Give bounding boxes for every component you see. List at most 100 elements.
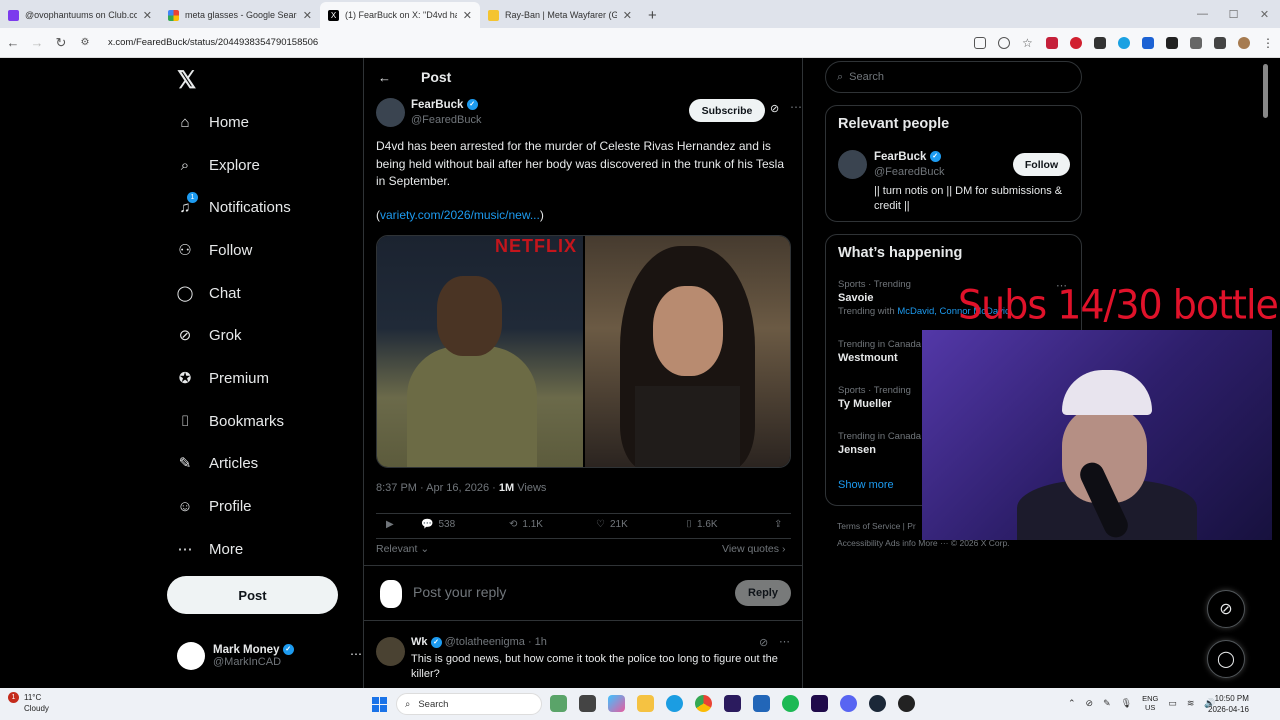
- view-quotes-link[interactable]: View quotes ›: [722, 543, 785, 555]
- page-scrollbar[interactable]: [1263, 64, 1268, 118]
- nav-grok[interactable]: ⊘ Grok: [175, 325, 242, 345]
- back-arrow-icon[interactable]: ←: [6, 35, 20, 50]
- premiere-icon[interactable]: [811, 695, 828, 712]
- site-info-icon[interactable]: ⚙: [78, 37, 92, 48]
- wifi-icon[interactable]: ≋: [1187, 698, 1195, 709]
- reply-button[interactable]: Reply: [735, 580, 791, 606]
- grok-icon[interactable]: ⊘: [759, 636, 768, 649]
- nav-bookmarks[interactable]: ⌷ Bookmarks: [175, 411, 284, 431]
- more-icon[interactable]: ⋯: [350, 647, 362, 661]
- close-tab-icon[interactable]: ✕: [303, 9, 312, 22]
- avatar[interactable]: [376, 637, 405, 666]
- bookmark-action[interactable]: ⌷ 1.6K: [686, 519, 718, 530]
- nav-articles[interactable]: ✎ Articles: [175, 453, 258, 473]
- display-icon[interactable]: ▭: [1168, 698, 1177, 709]
- extension-red-icon[interactable]: [1046, 36, 1058, 49]
- reply-sort-dropdown[interactable]: Relevant ⌄: [376, 543, 429, 555]
- trend-item[interactable]: Trending in Canada Jensen: [838, 431, 921, 456]
- browser-tab[interactable]: Ray-Ban | Meta Wayfarer (Gen ✕: [480, 2, 640, 28]
- account-switcher[interactable]: Mark Money ✓ @MarkInCAD ⋯: [177, 638, 362, 674]
- close-tab-icon[interactable]: ✕: [623, 9, 632, 22]
- x-logo-icon[interactable]: 𝕏: [177, 66, 196, 95]
- task-view-icon[interactable]: [579, 695, 596, 712]
- grok-icon[interactable]: ⊘: [770, 102, 779, 115]
- nav-follow[interactable]: ⚇ Follow: [175, 240, 252, 260]
- reply-item[interactable]: Wk ✓ @tolatheenigma · 1h ⊘ ⋯ This is goo…: [376, 633, 794, 688]
- steam-icon[interactable]: [869, 695, 886, 712]
- share-action[interactable]: ⇪: [774, 519, 782, 530]
- widgets-icon[interactable]: [550, 695, 567, 712]
- close-window-icon[interactable]: ✕: [1249, 0, 1280, 28]
- extension-audio-icon[interactable]: [1142, 36, 1154, 49]
- close-tab-icon[interactable]: ✕: [143, 9, 152, 22]
- taskbar-clock[interactable]: 10:50 PM 2026-04-16: [1208, 693, 1249, 715]
- avatar[interactable]: [838, 150, 867, 179]
- chat-float-button[interactable]: ◯: [1207, 640, 1245, 678]
- post-image-right[interactable]: [584, 236, 790, 467]
- media-control-icon[interactable]: [1214, 36, 1226, 49]
- profile-avatar[interactable]: [1238, 36, 1250, 49]
- obs-icon[interactable]: [898, 695, 915, 712]
- install-icon[interactable]: [974, 36, 986, 49]
- pen-icon[interactable]: ✎: [1103, 698, 1111, 709]
- author-handle[interactable]: @FearedBuck: [411, 114, 481, 126]
- nav-profile[interactable]: ☺ Profile: [175, 496, 251, 516]
- taskbar-search[interactable]: ⌕ Search: [396, 693, 542, 715]
- like-action[interactable]: ♡ 21K: [596, 519, 628, 530]
- play-button[interactable]: ▶: [386, 519, 394, 530]
- edge-icon[interactable]: [666, 695, 683, 712]
- minimize-icon[interactable]: —: [1187, 0, 1218, 28]
- post-link[interactable]: variety.com/2026/music/new...: [380, 208, 540, 222]
- nav-more[interactable]: ⋯ More: [175, 539, 244, 559]
- extension-pen-icon[interactable]: [1166, 36, 1178, 49]
- microphone-icon[interactable]: 🎙: [1121, 698, 1132, 709]
- next-app-icon[interactable]: [724, 695, 741, 712]
- more-icon[interactable]: ⋯: [779, 635, 790, 648]
- close-tab-icon[interactable]: ✕: [463, 9, 472, 22]
- extensions-puzzle-icon[interactable]: [1190, 36, 1202, 49]
- maximize-icon[interactable]: ☐: [1218, 0, 1249, 28]
- show-more-link[interactable]: Show more: [838, 479, 894, 491]
- forward-arrow-icon[interactable]: →: [30, 35, 44, 50]
- back-arrow-icon[interactable]: ←: [378, 70, 391, 85]
- browser-tab[interactable]: meta glasses - Google Search ✕: [160, 2, 320, 28]
- nav-chat[interactable]: ◯ Chat: [175, 283, 241, 303]
- star-icon[interactable]: ☆: [1022, 37, 1034, 49]
- post-timestamp[interactable]: 8:37 PM · Apr 16, 2026 ·: [376, 482, 499, 494]
- url-field[interactable]: x.com/FearedBuck/status/2044938354790158…: [102, 37, 964, 48]
- new-tab-button[interactable]: +: [640, 2, 665, 28]
- extension-vpn-icon[interactable]: [1070, 36, 1082, 49]
- person-name-row[interactable]: FearBuck ✓: [874, 151, 941, 163]
- extension-qr-icon[interactable]: [1094, 36, 1106, 49]
- nav-explore[interactable]: ⌕ Explore: [175, 155, 260, 175]
- reply-action[interactable]: 💬 538: [421, 519, 455, 530]
- browser-tab-active[interactable]: X (1) FearBuck on X: "D4vd has b ✕: [320, 2, 480, 28]
- repost-action[interactable]: ⟲ 1.1K: [509, 519, 543, 530]
- spotify-icon[interactable]: [782, 695, 799, 712]
- post-button[interactable]: Post: [167, 576, 338, 614]
- avatar[interactable]: [376, 98, 405, 127]
- post-image-left[interactable]: NETFLIX: [377, 236, 583, 467]
- remote-desktop-icon[interactable]: [753, 695, 770, 712]
- person-handle[interactable]: @FearedBuck: [874, 166, 944, 178]
- nav-notifications[interactable]: ♫ 1 Notifications: [175, 192, 291, 217]
- copilot-icon[interactable]: [608, 695, 625, 712]
- reload-icon[interactable]: ↻: [54, 35, 68, 51]
- language-indicator[interactable]: ENG US: [1142, 694, 1158, 712]
- post-media[interactable]: NETFLIX: [376, 235, 791, 468]
- browser-tab[interactable]: @ovophantuums on Club.com ✕: [0, 2, 160, 28]
- browser-menu-icon[interactable]: ⋮: [1262, 37, 1274, 49]
- trend-item[interactable]: Sports · Trending Ty Mueller: [838, 385, 911, 410]
- discord-icon[interactable]: [840, 695, 857, 712]
- more-icon[interactable]: ⋯: [790, 100, 802, 114]
- follow-button[interactable]: Follow: [1013, 153, 1070, 176]
- windows-start-icon[interactable]: [372, 697, 387, 712]
- weather-widget[interactable]: 1 11°C Cloudy: [8, 692, 49, 714]
- nav-premium[interactable]: ✪ Premium: [175, 368, 269, 388]
- zoom-icon[interactable]: [998, 36, 1010, 49]
- file-explorer-icon[interactable]: [637, 695, 654, 712]
- grok-float-button[interactable]: ⊘: [1207, 590, 1245, 628]
- search-input[interactable]: ⌕ Search: [825, 61, 1082, 93]
- chevron-up-icon[interactable]: ⌃: [1068, 698, 1076, 709]
- trend-item[interactable]: Trending in Canada Westmount: [838, 339, 921, 364]
